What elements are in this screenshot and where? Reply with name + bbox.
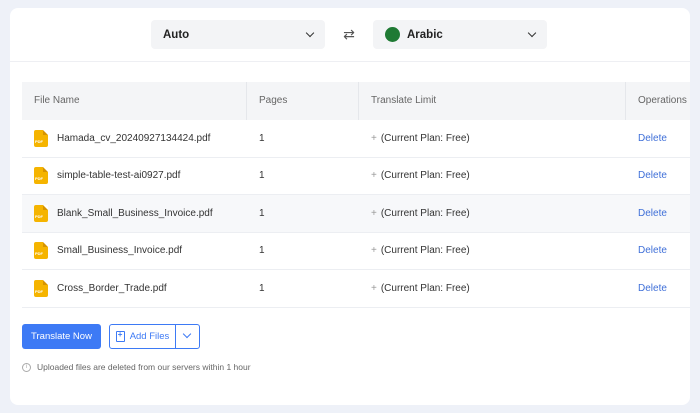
translate-limit: (Current Plan: Free) (380, 245, 470, 257)
file-table: File Name Pages Translate Limit Operatio… (22, 82, 690, 308)
source-language-label: Auto (163, 28, 190, 41)
upload-notice: i Uploaded files are deleted from our se… (22, 362, 251, 372)
file-name: Blank_Small_Business_Invoice.pdf (57, 207, 213, 219)
table-row: Small_Business_Invoice.pdf 1 +(Current P… (22, 233, 690, 270)
translate-limit: (Current Plan: Free) (380, 170, 470, 182)
info-icon: i (22, 362, 31, 372)
add-files-button[interactable]: Add Files (110, 325, 176, 348)
translate-limit: (Current Plan: Free) (380, 207, 470, 219)
table-header: File Name Pages Translate Limit Operatio… (22, 82, 690, 120)
delete-link[interactable]: Delete (638, 208, 667, 219)
pdf-file-icon (34, 129, 48, 147)
chevron-down-icon (527, 28, 537, 38)
swap-arrows-icon[interactable]: ⇄ (341, 26, 357, 42)
strike-mark: + (371, 245, 377, 257)
pdf-file-icon (34, 279, 48, 297)
pdf-file-icon (34, 242, 48, 260)
header-pages: Pages (247, 82, 359, 120)
page-count: 1 (259, 207, 265, 219)
page-count: 1 (259, 282, 265, 294)
header-file-name: File Name (22, 82, 247, 120)
table-row: Hamada_cv_20240927134424.pdf 1 +(Current… (22, 120, 690, 158)
page-count: 1 (259, 132, 265, 144)
file-name: Hamada_cv_20240927134424.pdf (57, 132, 211, 144)
page-count: 1 (259, 170, 265, 182)
saudi-flag-icon (385, 27, 400, 42)
notice-text: Uploaded files are deleted from our serv… (37, 362, 251, 372)
strike-mark: + (371, 132, 377, 144)
action-bar: Translate Now Add Files (22, 324, 200, 349)
source-language-select[interactable]: Auto (151, 20, 325, 49)
translate-now-button[interactable]: Translate Now (22, 324, 101, 349)
table-row: simple-table-test-ai0927.pdf 1 +(Current… (22, 158, 690, 195)
table-row: Blank_Small_Business_Invoice.pdf 1 +(Cur… (22, 195, 690, 233)
header-operations: Operations (638, 95, 687, 106)
table-row: Cross_Border_Trade.pdf 1 +(Current Plan:… (22, 270, 690, 308)
add-files-dropdown-button[interactable] (176, 325, 199, 348)
add-file-icon (115, 330, 125, 342)
file-name: Cross_Border_Trade.pdf (57, 282, 167, 294)
chevron-down-icon (182, 329, 192, 339)
strike-mark: + (371, 170, 377, 182)
translate-limit: (Current Plan: Free) (380, 132, 470, 144)
file-name: simple-table-test-ai0927.pdf (57, 170, 181, 182)
page-count: 1 (259, 245, 265, 257)
translate-limit: (Current Plan: Free) (380, 282, 470, 294)
delete-link[interactable]: Delete (638, 170, 667, 181)
strike-mark: + (371, 282, 377, 294)
file-name: Small_Business_Invoice.pdf (57, 245, 183, 257)
target-language-select[interactable]: Arabic (373, 20, 547, 49)
pdf-file-icon (34, 167, 48, 185)
add-files-label: Add Files (129, 331, 170, 342)
add-files-group: Add Files (109, 324, 200, 349)
chevron-down-icon (305, 28, 315, 38)
delete-link[interactable]: Delete (638, 133, 667, 144)
strike-mark: + (371, 207, 377, 219)
pdf-file-icon (34, 204, 48, 222)
translate-panel: Auto ⇄ Arabic File Name Pages Translate … (10, 8, 690, 405)
header-translate-limit: Translate Limit (359, 82, 626, 120)
language-bar: Auto ⇄ Arabic (10, 8, 690, 62)
delete-link[interactable]: Delete (638, 245, 667, 256)
target-language-label: Arabic (407, 28, 443, 41)
delete-link[interactable]: Delete (638, 283, 667, 294)
